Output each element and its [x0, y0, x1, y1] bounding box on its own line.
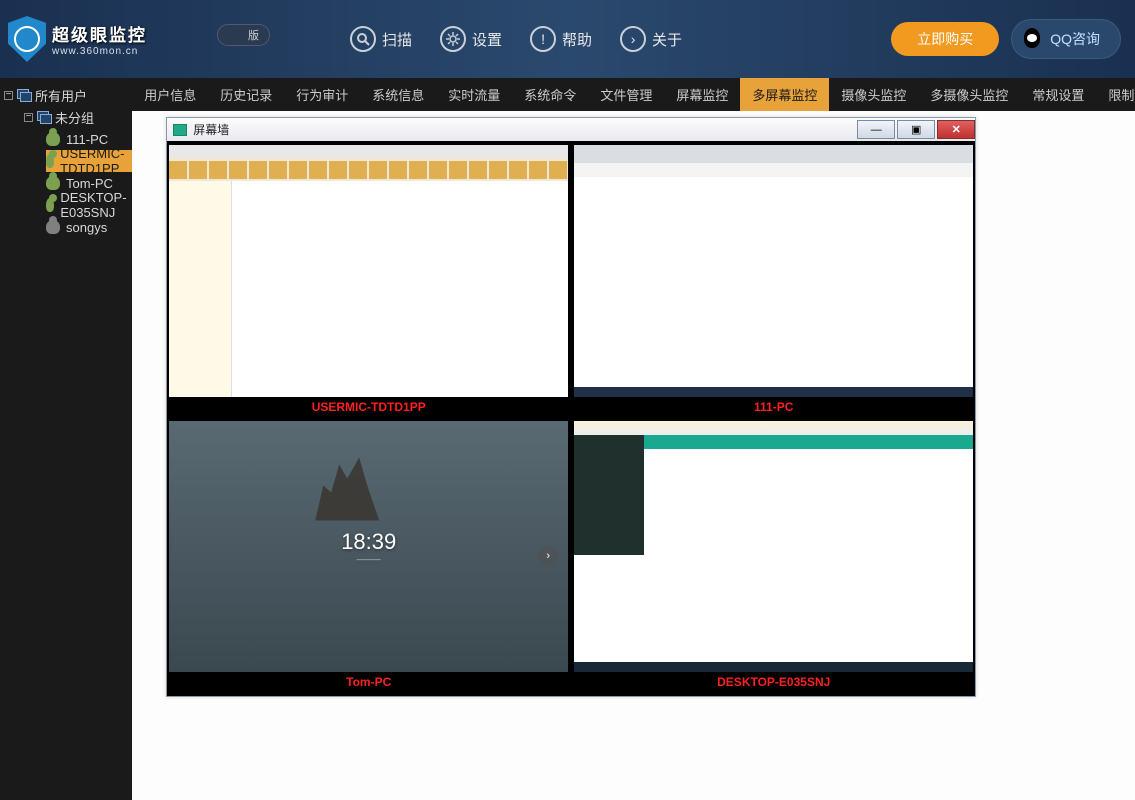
tab[interactable]: 摄像头监控 — [829, 78, 918, 111]
screen-label: 111-PC — [574, 397, 973, 417]
user-icon — [46, 176, 60, 190]
help-icon: ! — [530, 26, 556, 52]
user-row[interactable]: DESKTOP-E035SNJ — [46, 194, 132, 216]
tab[interactable]: 常规设置 — [1020, 78, 1096, 111]
about-label: 关于 — [652, 29, 682, 50]
tab[interactable]: 实时流量 — [436, 78, 512, 111]
settings-tool[interactable]: 设置 — [440, 26, 502, 52]
tab[interactable]: 行为审计 — [284, 78, 360, 111]
search-icon — [350, 26, 376, 52]
tree-root-all-users[interactable]: − 所有用户 — [0, 84, 132, 106]
tab[interactable]: 多屏幕监控 — [740, 78, 829, 111]
screen-thumbnail[interactable] — [574, 421, 973, 673]
next-arrow-icon: › — [538, 546, 558, 566]
gear-icon — [440, 26, 466, 52]
tree-node-ungrouped[interactable]: − 未分组 — [0, 106, 132, 128]
tab[interactable]: 用户信息 — [132, 78, 208, 111]
window-icon — [173, 124, 187, 136]
screen-wall-window: 屏幕墙 — ▣ ✕ USERMIC-TDTD1PP 111-PC 18:39——— ›… — [166, 117, 976, 697]
function-tabs: 用户信息历史记录行为审计系统信息实时流量系统命令文件管理屏幕监控多屏幕监控摄像头… — [132, 78, 1135, 111]
help-label: 帮助 — [562, 29, 592, 50]
qq-label: QQ咨询 — [1050, 29, 1100, 49]
user-icon — [46, 198, 54, 212]
maximize-button[interactable]: ▣ — [897, 120, 935, 139]
version-pill[interactable]: 版 — [217, 24, 270, 46]
tab[interactable]: 系统命令 — [512, 78, 588, 111]
logo-block: 超级眼监控 www.360mon.cn — [0, 16, 200, 62]
user-name: DESKTOP-E035SNJ — [60, 190, 132, 220]
screen-cell[interactable]: DESKTOP-E035SNJ — [574, 421, 973, 693]
tab[interactable]: 限制设置 — [1096, 78, 1135, 111]
user-name: Tom-PC — [66, 176, 113, 191]
screen-label: DESKTOP-E035SNJ — [574, 672, 973, 692]
app-name: 超级眼监控 — [52, 21, 147, 46]
close-button[interactable]: ✕ — [937, 120, 975, 139]
content-area: 屏幕墙 — ▣ ✕ USERMIC-TDTD1PP 111-PC 18:39——— ›… — [132, 111, 1135, 800]
collapse-icon[interactable]: − — [4, 91, 13, 100]
all-users-label: 所有用户 — [35, 86, 87, 105]
qq-penguin-icon — [1020, 26, 1044, 52]
user-name: 111-PC — [66, 132, 108, 147]
screen-cell[interactable]: 111-PC — [574, 145, 973, 417]
user-icon — [46, 220, 60, 234]
screen-wall-grid: USERMIC-TDTD1PP 111-PC 18:39——— › Tom-PC DESK… — [167, 141, 975, 696]
help-tool[interactable]: ! 帮助 — [530, 26, 592, 52]
screen-label: Tom-PC — [169, 672, 568, 692]
screen-cell[interactable]: 18:39——— › Tom-PC — [169, 421, 568, 693]
qq-consult-button[interactable]: QQ咨询 — [1011, 19, 1121, 59]
user-tree-sidebar: − 所有用户 − 未分组 111-PCUSERMIC-TDTD1PPTom-PC… — [0, 78, 132, 800]
about-tool[interactable]: › 关于 — [620, 26, 682, 52]
logo-shield-icon — [8, 16, 46, 62]
collapse-icon[interactable]: − — [24, 113, 33, 122]
desktop-clock: 18:39——— — [341, 529, 396, 564]
settings-label: 设置 — [472, 29, 502, 50]
screens-icon — [37, 111, 51, 123]
window-titlebar[interactable]: 屏幕墙 — ▣ ✕ — [167, 118, 975, 141]
screen-label: USERMIC-TDTD1PP — [169, 397, 568, 417]
ungrouped-label: 未分组 — [55, 108, 94, 127]
tab[interactable]: 历史记录 — [208, 78, 284, 111]
screen-cell[interactable]: USERMIC-TDTD1PP — [169, 145, 568, 417]
buy-button[interactable]: 立即购买 — [891, 22, 999, 56]
tab[interactable]: 文件管理 — [588, 78, 664, 111]
scan-tool[interactable]: 扫描 — [350, 26, 412, 52]
tab[interactable]: 系统信息 — [360, 78, 436, 111]
user-name: USERMIC-TDTD1PP — [60, 146, 132, 176]
scan-label: 扫描 — [382, 29, 412, 50]
screen-thumbnail[interactable] — [169, 145, 568, 397]
screen-thumbnail[interactable] — [574, 145, 973, 397]
minimize-button[interactable]: — — [857, 120, 895, 139]
user-row[interactable]: USERMIC-TDTD1PP — [46, 150, 132, 172]
user-icon — [46, 132, 60, 146]
app-header: 超级眼监控 www.360mon.cn 版 扫描 设置 ! 帮助 › 关于 立即… — [0, 0, 1135, 78]
window-title: 屏幕墙 — [193, 121, 229, 138]
user-icon — [46, 154, 54, 168]
app-url: www.360mon.cn — [52, 46, 147, 57]
user-name: songys — [66, 220, 107, 235]
screens-icon — [17, 89, 31, 101]
screen-thumbnail[interactable]: 18:39——— › — [169, 421, 568, 673]
chevron-right-icon: › — [620, 26, 646, 52]
tab[interactable]: 屏幕监控 — [664, 78, 740, 111]
tab[interactable]: 多摄像头监控 — [918, 78, 1020, 111]
